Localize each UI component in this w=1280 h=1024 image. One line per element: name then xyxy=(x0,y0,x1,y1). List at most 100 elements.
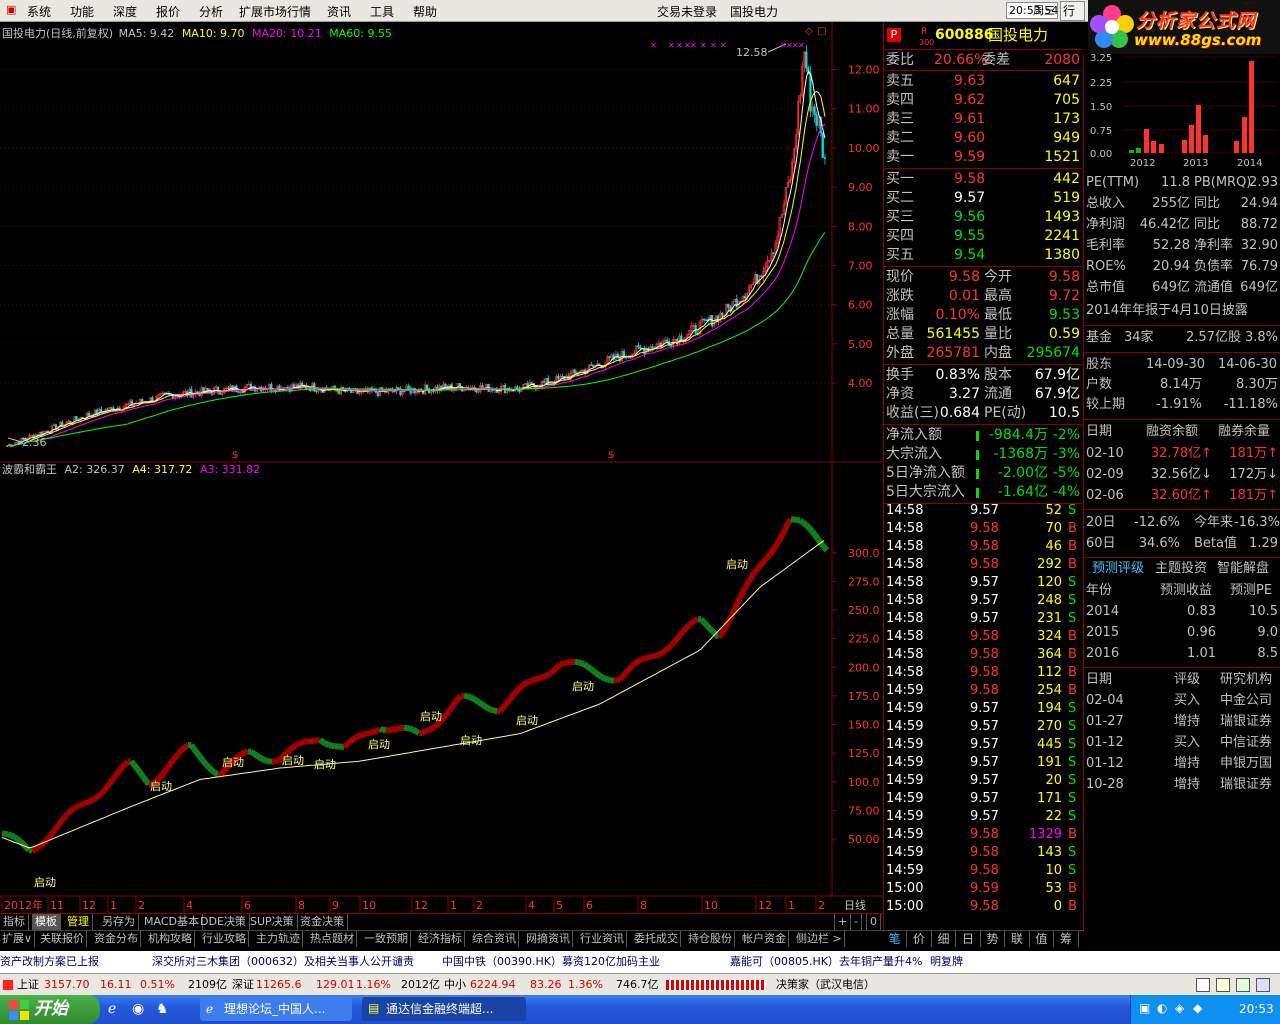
quote-view-tab[interactable]: 价 xyxy=(908,931,932,947)
candle-body xyxy=(407,385,410,390)
stat-value: 9.72 xyxy=(1048,288,1080,304)
function-tab[interactable]: 持仓股份 xyxy=(686,931,735,947)
news-headline[interactable]: 资产改制方案已上报 xyxy=(0,951,99,973)
quote-view-tab[interactable]: 联 xyxy=(1006,931,1030,947)
ask-row[interactable]: 卖二 9.60 949 xyxy=(884,129,1082,148)
menu-item-help[interactable]: 帮助 xyxy=(413,3,437,20)
app-icon[interactable]: ▣ xyxy=(6,3,16,16)
menu-item-quote[interactable]: 报价 xyxy=(156,3,180,20)
forecast-header: 年份 预测收益 预测PE xyxy=(1084,580,1280,601)
tab-theme-invest[interactable]: 主题投资 xyxy=(1155,559,1207,579)
news-headline[interactable]: 中国中铁（00390.HK）募资120亿加码主业 xyxy=(442,951,660,973)
ask-row[interactable]: 卖一 9.59 1521 xyxy=(884,148,1082,167)
tab-smart-analysis[interactable]: 智能解盘 xyxy=(1217,559,1269,579)
sub-band-segment xyxy=(188,743,197,751)
chart-zoom-control[interactable]: - xyxy=(850,914,862,930)
function-tab[interactable]: 侧边栏 > xyxy=(794,931,845,947)
menu-item-depth[interactable]: 深度 xyxy=(113,3,137,20)
start-label: 开始 xyxy=(34,999,68,1019)
connect-icon[interactable] xyxy=(1236,978,1250,992)
news-headline[interactable]: 嘉能可（00805.HK）去年铜产量升4% xyxy=(730,951,922,973)
app-quicklaunch-icon[interactable]: ♞ xyxy=(156,1001,169,1017)
menu-item-analysis[interactable]: 分析 xyxy=(199,3,223,20)
menu-item-function[interactable]: 功能 xyxy=(70,3,94,20)
function-tab[interactable]: 经济指标 xyxy=(416,931,465,947)
function-tab[interactable]: 帐户资金 xyxy=(740,931,789,947)
function-tab[interactable]: 热点题材 xyxy=(308,931,357,947)
eps-bar xyxy=(1234,141,1239,153)
bid-row[interactable]: 买一 9.58 442 xyxy=(884,170,1082,189)
quote-view-tab[interactable]: 值 xyxy=(1030,931,1054,947)
tab-forecast-rating[interactable]: 预测评级 xyxy=(1092,559,1144,579)
rating-row[interactable]: 01-12 增持 申银万国 xyxy=(1084,753,1280,774)
indicator-tab[interactable]: DDE决策 xyxy=(197,914,250,930)
function-tab[interactable]: 一致预期 xyxy=(362,931,411,947)
sub-band-segment xyxy=(490,706,495,714)
sub-band-segment xyxy=(261,756,268,764)
quote-view-tab[interactable]: 笔 xyxy=(883,931,907,947)
rating-row[interactable]: 01-27 增持 瑞银证券 xyxy=(1084,711,1280,732)
quote-view-tab[interactable]: 势 xyxy=(981,931,1005,947)
task-tdx-terminal[interactable]: 通达信金融终端超... xyxy=(362,997,526,1021)
function-tab[interactable]: 主力轨迹 xyxy=(254,931,303,947)
ask-row[interactable]: 卖三 9.61 173 xyxy=(884,110,1082,129)
indicator-tab[interactable]: 指标 xyxy=(0,914,29,930)
chart-zoom-control[interactable]: + xyxy=(834,914,852,930)
function-tab[interactable]: 综合资讯 xyxy=(470,931,519,947)
indicator-tab[interactable]: 模板 xyxy=(32,914,61,930)
app-tray-icon[interactable]: ◆ xyxy=(1193,1001,1202,1015)
menu-item-tools[interactable]: 工具 xyxy=(370,3,394,20)
task-forum-browser[interactable]: 理想论坛_中国人... xyxy=(200,997,352,1021)
tick-side: S xyxy=(1068,845,1077,860)
function-tab[interactable]: 网摘资讯 xyxy=(524,931,573,947)
bid-row[interactable]: 买三 9.56 1493 xyxy=(884,208,1082,227)
rating-row[interactable]: 01-12 买入 中信证券 xyxy=(1084,732,1280,753)
function-tab[interactable]: 扩展∨ xyxy=(0,931,36,947)
alert-icon[interactable] xyxy=(1216,978,1230,992)
rating-row[interactable]: 02-04 买入 中金公司 xyxy=(1084,690,1280,711)
quote-dropdown[interactable]: 行 xyxy=(1060,1,1085,21)
news-headline[interactable]: 深交所对三木集团（000632）及相关当事人公开谴责 xyxy=(152,951,414,973)
indicator-tab[interactable]: 资金决策 xyxy=(297,914,348,930)
function-tab[interactable]: 行业攻略 xyxy=(200,931,249,947)
ask-row[interactable]: 卖四 9.62 705 xyxy=(884,91,1082,110)
indicator-tab[interactable]: 另存为 xyxy=(99,914,139,930)
sub-band-segment xyxy=(554,662,563,670)
function-tab[interactable]: 资金分布 xyxy=(92,931,141,947)
indicator-tab[interactable]: SUP决策 xyxy=(247,914,298,930)
date-axis-label: 1 xyxy=(450,899,457,912)
bid-row[interactable]: 买五 9.54 1380 xyxy=(884,246,1082,265)
chart-zoom-control[interactable]: 0 xyxy=(866,914,881,930)
ask-row[interactable]: 卖五 9.63 647 xyxy=(884,72,1082,91)
news-ticker[interactable]: 资产改制方案已上报 深交所对三木集团（000632）及相关当事人公开谴责 中国中铁（… xyxy=(0,951,1280,973)
browser-quicklaunch-icon[interactable]: ◉ xyxy=(132,1001,144,1017)
fund-value: 255亿 xyxy=(1152,196,1190,211)
quote-view-tab[interactable]: 细 xyxy=(932,931,956,947)
settings-icon[interactable] xyxy=(1256,978,1270,992)
rating-row[interactable]: 10-28 增持 瑞银证券 xyxy=(1084,774,1280,795)
menu-item-ext-market[interactable]: 扩展市场行情 xyxy=(239,3,311,20)
sub-band-segment xyxy=(509,691,518,699)
network-tray-icon[interactable]: ▣ xyxy=(1139,1001,1150,1015)
window-icon[interactable] xyxy=(1196,978,1210,992)
login-status[interactable]: 交易未登录 xyxy=(657,3,717,20)
quote-view-tab[interactable]: 筹 xyxy=(1055,931,1079,947)
sub-band-segment xyxy=(743,579,752,588)
security-tray-icon[interactable]: ◈ xyxy=(1175,1001,1184,1015)
bid-row[interactable]: 买四 9.55 2241 xyxy=(884,227,1082,246)
sub-band-segment xyxy=(440,713,449,721)
bid-row[interactable]: 买二 9.57 519 xyxy=(884,189,1082,208)
candle-body xyxy=(702,318,705,321)
function-tab[interactable]: 行业资讯 xyxy=(578,931,627,947)
news-headline[interactable]: 明复牌 xyxy=(930,951,963,973)
menu-item-system[interactable]: 系统 xyxy=(27,3,51,20)
volume-tray-icon[interactable]: ◐ xyxy=(1157,1001,1167,1015)
function-tab[interactable]: 关联报价 xyxy=(38,931,87,947)
indicator-tab[interactable]: MACD基本 xyxy=(141,914,203,930)
function-tab[interactable]: 委托成交 xyxy=(632,931,681,947)
quote-view-tab[interactable]: 日 xyxy=(957,931,981,947)
indicator-tab[interactable]: 管理 xyxy=(64,914,93,930)
ie-quicklaunch-icon[interactable]: ℯ xyxy=(108,1001,116,1017)
menu-item-info[interactable]: 资讯 xyxy=(327,3,351,20)
function-tab[interactable]: 机构攻略 xyxy=(146,931,195,947)
